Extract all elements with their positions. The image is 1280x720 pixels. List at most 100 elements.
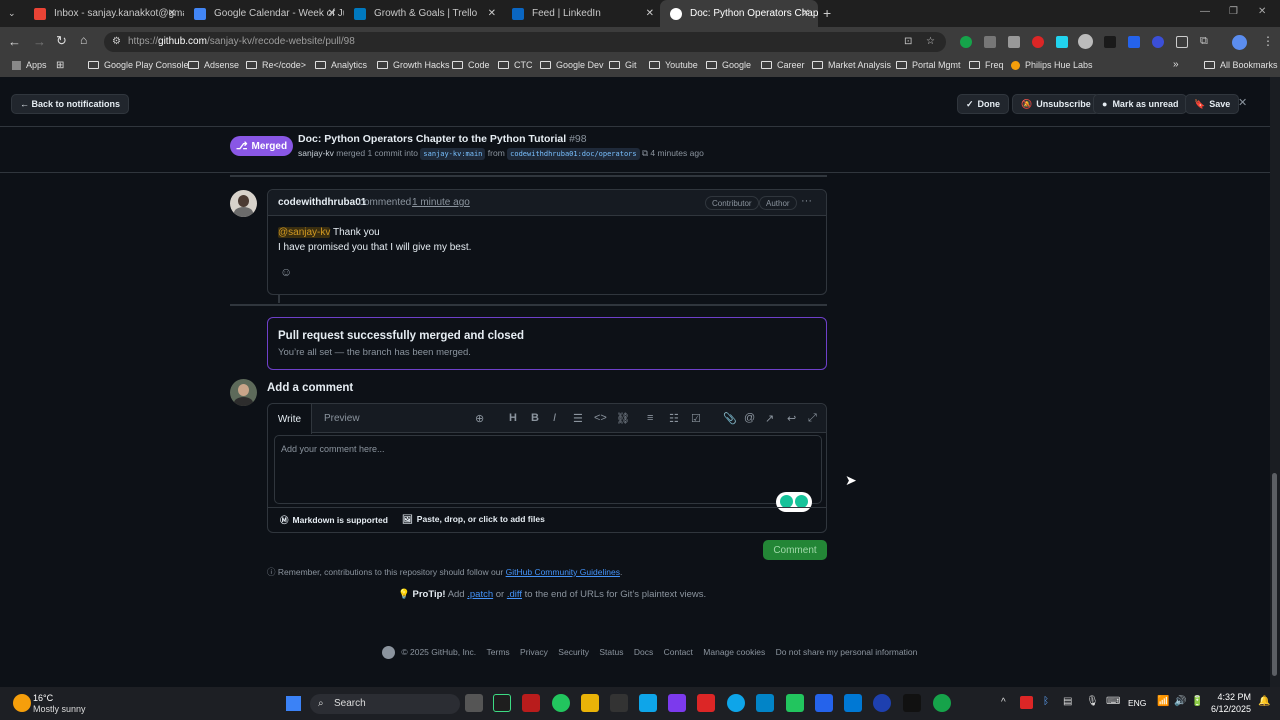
xbox-icon[interactable] [786,694,804,712]
tab-preview[interactable]: Preview [324,413,360,424]
footer-link-terms[interactable]: Terms [487,647,510,657]
whatsapp-icon[interactable] [933,694,951,712]
clock-date[interactable]: 6/12/2025 [1211,704,1251,714]
comment-author-link[interactable]: codewithdhruba01 [278,197,366,208]
extension-icon[interactable] [1152,36,1164,48]
bookmark-folder[interactable]: Google Play Console [88,60,189,70]
bookmark-philips-hue[interactable]: Philips Hue Labs [1011,60,1093,70]
bookmark-folder[interactable]: Adsense [188,60,239,70]
footer-link-docs[interactable]: Docs [634,647,653,657]
unordered-list-icon[interactable]: ☷ [669,412,679,425]
avatar[interactable] [230,190,257,217]
attach-icon[interactable]: 📎 [723,412,737,425]
bold-icon[interactable]: B [531,412,539,424]
bookmark-folder[interactable]: Market Analysis [812,60,891,70]
app-r-icon[interactable] [522,694,540,712]
tab-linkedin[interactable]: Feed | LinkedIn ✕ [502,0,662,27]
diff-link[interactable]: .diff [507,589,522,600]
fullscreen-icon[interactable]: ⤢ [808,412,817,425]
edge-icon[interactable] [727,694,745,712]
extension-icon[interactable] [1056,36,1068,48]
close-tab-icon[interactable]: ✕ [328,8,336,19]
grammarly-widget[interactable] [776,492,812,512]
bookmark-folder[interactable]: CTC [498,60,533,70]
address-bar[interactable]: ⚙ https://github.com/sanjay-kv/recode-we… [104,32,946,52]
close-window-icon[interactable]: ✕ [1258,6,1266,17]
avatar[interactable] [230,379,257,406]
home-icon[interactable]: ⌂ [80,33,87,47]
record-extension-icon[interactable] [1032,36,1044,48]
extension-icon[interactable] [984,36,996,48]
footer-link-manage-cookies[interactable]: Manage cookies [703,647,765,657]
bookmark-apps[interactable]: Apps [12,60,47,70]
pr-author-link[interactable]: sanjay-kv [298,148,334,158]
copy-icon[interactable]: ⧉ [642,148,648,158]
minimize-icon[interactable]: — [1200,6,1210,17]
more-bookmarks-icon[interactable]: » [1173,59,1179,70]
volume-icon[interactable]: 🔊 [1174,696,1186,707]
site-info-icon[interactable]: ⚙ [112,32,121,52]
tray-app-icon[interactable] [1020,696,1033,709]
community-guidelines-link[interactable]: GitHub Community Guidelines [506,567,620,577]
saved-reply-icon[interactable]: ↩ [787,412,796,425]
bookmark-folder[interactable]: Career [761,60,805,70]
quote-icon[interactable]: ☰ [573,412,583,425]
install-app-icon[interactable]: ⊡ [904,32,912,52]
back-arrow-icon[interactable]: ← [8,34,21,49]
comment-submit-button[interactable]: Comment [763,540,827,560]
close-tab-icon[interactable]: ✕ [488,8,496,19]
wifi-icon[interactable]: 📶 [1157,696,1169,707]
bookmark-folder[interactable]: Freq [969,60,1004,70]
bookmark-folder[interactable]: Google Dev [540,60,604,70]
tab-github-pr[interactable]: Doc: Python Operators Chapter ✕ [660,0,818,27]
app-icon[interactable] [873,694,891,712]
task-list-icon[interactable]: ☑ [691,412,701,425]
close-tab-icon[interactable]: ✕ [168,8,176,19]
footer-link-security[interactable]: Security [558,647,589,657]
head-branch[interactable]: codewithdhruba01:doc/operators [507,148,640,160]
store-icon[interactable] [639,694,657,712]
profile-avatar[interactable] [1232,35,1247,50]
all-bookmarks[interactable]: All Bookmarks [1204,60,1278,70]
microphone-icon[interactable]: 🎙 [1086,696,1099,707]
outlook-icon[interactable] [756,694,774,712]
bookmark-folder[interactable]: Analytics [315,60,367,70]
extension-icon[interactable] [1078,34,1093,49]
footer-link-privacy[interactable]: Privacy [520,647,548,657]
notion-icon[interactable] [610,694,628,712]
tab-groups-icon[interactable]: ⊞ [56,60,64,71]
task-view-icon[interactable] [465,694,483,712]
ordered-list-icon[interactable]: ≡ [647,412,653,424]
tab-search-icon[interactable]: ⌄ [8,8,16,19]
user-mention[interactable]: @sanjay-kv [278,227,331,238]
file-explorer-icon[interactable] [581,694,599,712]
taskbar-search[interactable]: ⌕ Search [310,694,460,714]
base-branch[interactable]: sanjay-kv:main [420,148,486,160]
clock-time[interactable]: 4:32 PM [1215,692,1251,702]
copilot-icon[interactable]: ⊕ [475,412,484,425]
mention-icon[interactable]: @ [744,412,755,424]
attach-files[interactable]: 🖼 Paste, drop, or click to add files [402,514,545,525]
comment-time-link[interactable]: 1 minute ago [412,197,470,208]
footer-link-contact[interactable]: Contact [664,647,693,657]
maximize-icon[interactable]: ❐ [1229,6,1238,17]
keyboard-icon[interactable]: ⌨ [1106,696,1120,707]
code-icon[interactable]: <> [594,412,607,424]
app-icon[interactable] [815,694,833,712]
bookmark-folder[interactable]: Youtube [649,60,698,70]
bookmark-folder[interactable]: Growth Hacks [377,60,450,70]
tab-trello[interactable]: Growth & Goals | Trello ✕ [344,0,504,27]
unsubscribe-button[interactable]: 🔕 Unsubscribe [1012,94,1100,114]
app-s-icon[interactable] [697,694,715,712]
markdown-hint[interactable]: Ⓜ Markdown is supported [280,514,388,526]
pr-title[interactable]: Doc: Python Operators Chapter to the Pyt… [298,133,566,145]
save-button[interactable]: 🔖 Save [1185,94,1240,114]
patch-link[interactable]: .patch [467,589,493,600]
chrome-menu-icon[interactable]: ⋮ [1262,34,1274,48]
add-reaction-icon[interactable]: ☺ [280,265,292,279]
app-icon[interactable] [903,694,921,712]
heading-icon[interactable]: H [509,412,517,424]
language-indicator[interactable]: ENG [1128,698,1146,708]
weather-icon[interactable] [13,694,31,712]
notification-bell-icon[interactable]: 🔔 [1258,696,1270,707]
